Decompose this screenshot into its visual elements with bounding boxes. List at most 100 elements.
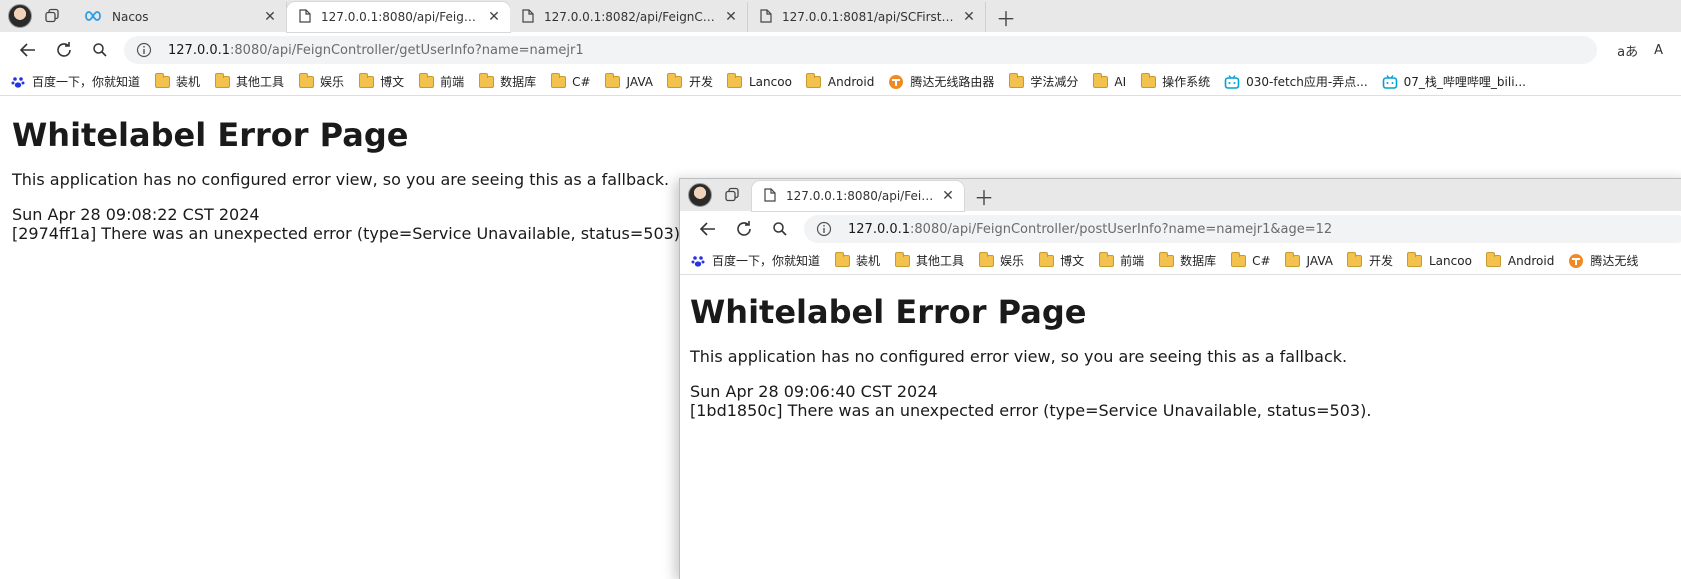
bookmark-item[interactable]: 娱乐: [298, 72, 345, 90]
bookmark-item[interactable]: Android: [806, 72, 874, 90]
bookmark-item[interactable]: 开发: [667, 72, 713, 90]
folder-icon: [834, 251, 850, 269]
page-icon: [299, 8, 311, 26]
bookmark-item[interactable]: 开发: [1347, 251, 1393, 269]
bookmark-item[interactable]: AI: [1092, 72, 1126, 90]
bookmark-item[interactable]: 数据库: [478, 72, 536, 90]
bookmark-item[interactable]: 其他工具: [214, 72, 285, 90]
bookmark-item[interactable]: JAVA: [1285, 251, 1333, 269]
folder-icon: [214, 72, 230, 90]
tab-title: 127.0.0.1:8082/api/FeignControlle: [544, 10, 717, 24]
tab-nacos[interactable]: Nacos ✕: [72, 2, 287, 32]
close-icon[interactable]: ✕: [961, 9, 977, 25]
new-tab-button[interactable]: ＋: [970, 181, 998, 211]
workspaces-icon[interactable]: [718, 181, 746, 209]
tab-postuserinfo[interactable]: 127.0.0.1:8080/api/FeignControlle ✕: [752, 181, 964, 211]
tenda-icon: [1568, 253, 1584, 269]
bookmark-item[interactable]: Lancoo: [1407, 251, 1472, 269]
tab-title: 127.0.0.1:8080/api/FeignControlle: [786, 189, 934, 203]
folder-icon: [298, 72, 314, 90]
bookmark-label: JAVA: [626, 74, 653, 89]
search-icon: [93, 43, 107, 57]
read-aloud-button[interactable]: aあ: [1617, 41, 1638, 60]
baidu-paw-icon: [10, 74, 26, 90]
info-icon: [136, 42, 152, 58]
close-icon[interactable]: ✕: [486, 9, 502, 25]
bookmark-label: 其他工具: [236, 75, 285, 89]
bookmark-item[interactable]: 其他工具: [894, 251, 965, 269]
back-arrow-icon: [19, 43, 35, 57]
bookmark-item[interactable]: 装机: [834, 251, 880, 269]
bookmark-item[interactable]: 030-fetch应用-弄点...: [1224, 73, 1368, 90]
bookmark-label: 腾达无线: [1590, 254, 1639, 268]
page-icon: [764, 187, 776, 205]
folder-icon: [605, 72, 621, 90]
reload-button[interactable]: [726, 213, 762, 245]
bookmarks-bar: 百度一下，你就知道 装机 其他工具 娱乐 博文 前端 数据库 C# JAVA 开发 Lancoo An…: [680, 247, 1681, 275]
close-icon[interactable]: ✕: [940, 188, 956, 204]
bookmark-item[interactable]: 装机: [154, 72, 200, 90]
back-button[interactable]: [10, 34, 46, 66]
url-host: 127.0.0.1: [848, 221, 911, 237]
workspaces-icon[interactable]: [38, 2, 66, 30]
bookmark-item[interactable]: C#: [550, 72, 591, 90]
bookmark-item[interactable]: 学法减分: [1008, 72, 1078, 90]
bookmark-item[interactable]: 百度一下，你就知道: [10, 73, 140, 90]
bookmark-item[interactable]: 腾达无线: [1568, 252, 1638, 269]
tab-title: Nacos: [112, 10, 149, 24]
bookmark-item[interactable]: 数据库: [1158, 251, 1216, 269]
reload-icon: [737, 221, 751, 236]
popup-browser-window: 127.0.0.1:8080/api/FeignControlle ✕ ＋ 12…: [679, 178, 1681, 579]
bookmark-item[interactable]: C#: [1230, 251, 1271, 269]
bookmark-item[interactable]: 前端: [418, 72, 464, 90]
url-text: 127.0.0.1:8080/api/FeignController/postU…: [848, 222, 1332, 237]
address-bar[interactable]: 127.0.0.1:8080/api/FeignController/getUs…: [124, 36, 1598, 64]
bookmark-item[interactable]: 博文: [1038, 251, 1084, 269]
bookmark-label: 娱乐: [320, 75, 345, 89]
bookmark-label: 娱乐: [1000, 254, 1025, 268]
bookmark-item[interactable]: JAVA: [605, 72, 653, 90]
new-tab-button[interactable]: ＋: [992, 2, 1020, 32]
info-icon: [816, 221, 832, 237]
bookmark-item[interactable]: Lancoo: [727, 72, 792, 90]
bookmark-item[interactable]: 前端: [1098, 251, 1144, 269]
bookmark-item[interactable]: 操作系统: [1140, 72, 1210, 90]
bookmark-item[interactable]: 娱乐: [978, 251, 1025, 269]
bookmark-item[interactable]: Android: [1486, 251, 1554, 269]
bookmark-label: Lancoo: [1428, 253, 1472, 268]
reload-icon: [57, 42, 71, 57]
bookmarks-bar: 百度一下，你就知道 装机 其他工具 娱乐 博文 前端 数据库 C# JAVA 开发 Lancoo An…: [0, 68, 1681, 96]
back-button[interactable]: [690, 213, 726, 245]
tab-8081[interactable]: 127.0.0.1:8081/api/SCFirstPublic/ ✕: [748, 2, 986, 32]
tab-strip: Nacos ✕ 127.0.0.1:8080/api/FeignControll…: [0, 0, 1681, 32]
bookmark-item[interactable]: 腾达无线路由器: [888, 73, 994, 90]
tab-getuserinfo[interactable]: 127.0.0.1:8080/api/FeignControlle ✕: [287, 2, 510, 32]
tab-8082[interactable]: 127.0.0.1:8082/api/FeignControlle ✕: [510, 2, 748, 32]
folder-icon: [478, 72, 494, 90]
bookmark-item[interactable]: 博文: [358, 72, 404, 90]
folder-icon: [1285, 251, 1301, 269]
navigation-toolbar: 127.0.0.1:8080/api/FeignController/getUs…: [0, 32, 1681, 68]
bookmark-label: Lancoo: [748, 74, 792, 89]
bilibili-icon: [1382, 74, 1398, 90]
address-bar[interactable]: 127.0.0.1:8080/api/FeignController/postU…: [804, 215, 1681, 243]
reload-button[interactable]: [46, 34, 82, 66]
page-title: Whitelabel Error Page: [690, 293, 1087, 331]
search-button[interactable]: [82, 34, 118, 66]
profile-avatar[interactable]: [8, 4, 32, 28]
profile-avatar[interactable]: [688, 183, 712, 207]
bookmark-label: 百度一下，你就知道: [32, 75, 141, 89]
close-icon[interactable]: ✕: [723, 9, 739, 25]
bookmark-label: 其他工具: [916, 254, 965, 268]
text-size-button[interactable]: A: [1654, 43, 1663, 58]
bookmark-label: C#: [572, 74, 591, 89]
search-button[interactable]: [762, 213, 798, 245]
baidu-paw-icon: [690, 253, 706, 269]
close-icon[interactable]: ✕: [262, 9, 278, 25]
bookmark-item[interactable]: 百度一下，你就知道: [690, 252, 820, 269]
folder-icon: [1098, 251, 1114, 269]
folder-icon: [978, 251, 994, 269]
page-icon: [522, 8, 534, 26]
folder-icon: [358, 72, 374, 90]
bookmark-item[interactable]: 07_栈_哔哩哔哩_bili...: [1382, 73, 1526, 90]
